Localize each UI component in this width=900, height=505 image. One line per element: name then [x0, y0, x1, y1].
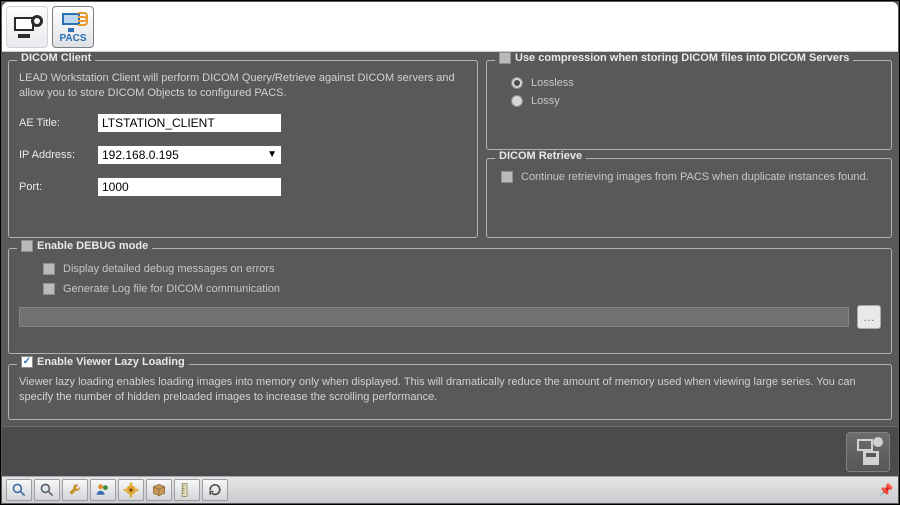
lazy-enable-checkbox[interactable] — [21, 356, 33, 368]
group-dicom-retrieve: DICOM Retrieve Continue retrieving image… — [486, 158, 892, 238]
ae-title-label: AE Title: — [19, 117, 87, 129]
workstation-gear-icon — [13, 16, 41, 38]
continue-retrieve-row[interactable]: Continue retrieving images from PACS whe… — [501, 171, 881, 183]
tab-workstation-settings[interactable] — [6, 6, 48, 48]
top-tab-bar: PACS — [2, 2, 898, 52]
users-icon — [94, 482, 112, 498]
continue-retrieve-checkbox[interactable] — [501, 171, 513, 183]
radio-lossy[interactable]: Lossy — [511, 95, 881, 107]
refresh-icon — [206, 482, 224, 498]
pin-toggle[interactable]: 📌 — [878, 480, 894, 500]
apply-save-icon — [855, 439, 881, 465]
gear-icon — [122, 482, 140, 498]
radio-lossy-indicator — [511, 95, 523, 107]
debug-display-row[interactable]: Display detailed debug messages on error… — [43, 263, 881, 275]
group-dicom-client: DICOM Client LEAD Workstation Client wil… — [8, 60, 478, 238]
compression-enable-checkbox[interactable] — [499, 52, 511, 64]
tool-search[interactable] — [6, 479, 32, 501]
apply-strip — [2, 426, 898, 476]
tab-pacs-label: PACS — [59, 33, 86, 44]
debug-generate-row[interactable]: Generate Log file for DICOM communicatio… — [43, 283, 881, 295]
ip-address-value: 192.168.0.195 — [102, 148, 179, 162]
tab-pacs[interactable]: PACS — [52, 6, 94, 48]
wrench-icon — [66, 482, 84, 498]
tool-refresh[interactable] — [202, 479, 228, 501]
radio-lossless-indicator — [511, 77, 523, 89]
debug-log-path-input[interactable] — [19, 307, 849, 327]
debug-display-checkbox[interactable] — [43, 263, 55, 275]
ae-title-input[interactable] — [97, 113, 282, 133]
ip-address-label: IP Address: — [19, 149, 87, 161]
ip-address-select[interactable]: 192.168.0.195 ▼ — [97, 145, 282, 165]
pacs-icon — [59, 10, 87, 32]
tool-magnifier[interactable] — [34, 479, 60, 501]
chevron-down-icon: ▼ — [267, 149, 277, 160]
group-debug: Enable DEBUG mode Display detailed debug… — [8, 248, 892, 354]
tool-ruler[interactable] — [174, 479, 200, 501]
package-icon — [150, 482, 168, 498]
tool-package[interactable] — [146, 479, 172, 501]
group-dicom-client-legend: DICOM Client — [17, 52, 95, 64]
debug-enable-checkbox[interactable] — [21, 240, 33, 252]
lazy-description: Viewer lazy loading enables loading imag… — [19, 375, 881, 413]
debug-generate-checkbox[interactable] — [43, 283, 55, 295]
ruler-icon — [178, 482, 196, 498]
dicom-client-description: LEAD Workstation Client will perform DIC… — [19, 71, 467, 101]
group-debug-legend[interactable]: Enable DEBUG mode — [17, 240, 152, 252]
group-lazy-loading: Enable Viewer Lazy Loading Viewer lazy l… — [8, 364, 892, 420]
settings-content: DICOM Client LEAD Workstation Client wil… — [2, 52, 898, 454]
apply-button[interactable] — [846, 432, 890, 472]
search-icon — [10, 482, 28, 498]
browse-log-button[interactable]: … — [857, 305, 881, 329]
group-compression-legend[interactable]: Use compression when storing DICOM files… — [495, 52, 853, 64]
port-input[interactable] — [97, 177, 282, 197]
tool-wrench[interactable] — [62, 479, 88, 501]
pin-icon: 📌 — [879, 483, 894, 497]
magnifier-icon — [38, 482, 56, 498]
group-compression: Use compression when storing DICOM files… — [486, 60, 892, 150]
tool-users[interactable] — [90, 479, 116, 501]
port-label: Port: — [19, 181, 87, 193]
tool-gear[interactable] — [118, 479, 144, 501]
group-lazy-loading-legend[interactable]: Enable Viewer Lazy Loading — [17, 356, 189, 368]
bottom-toolbar: 📌 — [2, 476, 898, 503]
group-dicom-retrieve-legend: DICOM Retrieve — [495, 150, 586, 162]
radio-lossless[interactable]: Lossless — [511, 77, 881, 89]
